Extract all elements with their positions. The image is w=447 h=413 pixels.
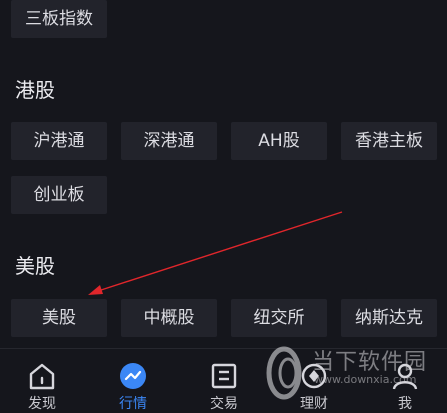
tab-discover[interactable]: 发现 (12, 349, 72, 412)
chip-hk-main-board[interactable]: 香港主板 (341, 122, 437, 160)
chip-hk-gem[interactable]: 创业板 (11, 176, 107, 214)
chip-us-nasdaq[interactable]: 纳斯达克 (341, 299, 437, 337)
tab-market[interactable]: 行情 (103, 349, 163, 412)
home-icon (29, 363, 55, 390)
tab-trade[interactable]: 交易 (194, 349, 254, 412)
tab-label-market: 行情 (119, 396, 147, 412)
section-title-hk: 港股 (15, 78, 55, 102)
trend-icon (120, 363, 146, 389)
finance-icon (301, 363, 327, 389)
chip-hk-shenzhen-connect[interactable]: 深港通 (121, 122, 217, 160)
section-title-us: 美股 (15, 254, 55, 278)
chip-us-nyse[interactable]: 纽交所 (231, 299, 327, 337)
tab-finance[interactable]: 理财 (284, 349, 344, 412)
chip-three-board-index[interactable]: 三板指数 (11, 0, 107, 38)
tab-label-discover: 发现 (28, 396, 56, 412)
tab-label-finance: 理财 (300, 396, 328, 412)
chip-us-stocks[interactable]: 美股 (11, 299, 107, 337)
chip-hk-shanghai-connect[interactable]: 沪港通 (11, 122, 107, 160)
trade-icon (211, 363, 237, 389)
bottom-tab-bar: 发现 行情 交易 理财 我 (0, 348, 447, 412)
chip-us-china-concept[interactable]: 中概股 (121, 299, 217, 337)
tab-label-me: 我 (398, 396, 412, 412)
tab-label-trade: 交易 (210, 396, 238, 412)
user-icon (392, 363, 418, 390)
chip-hk-ah-shares[interactable]: AH股 (231, 122, 327, 160)
tab-me[interactable]: 我 (375, 349, 435, 412)
